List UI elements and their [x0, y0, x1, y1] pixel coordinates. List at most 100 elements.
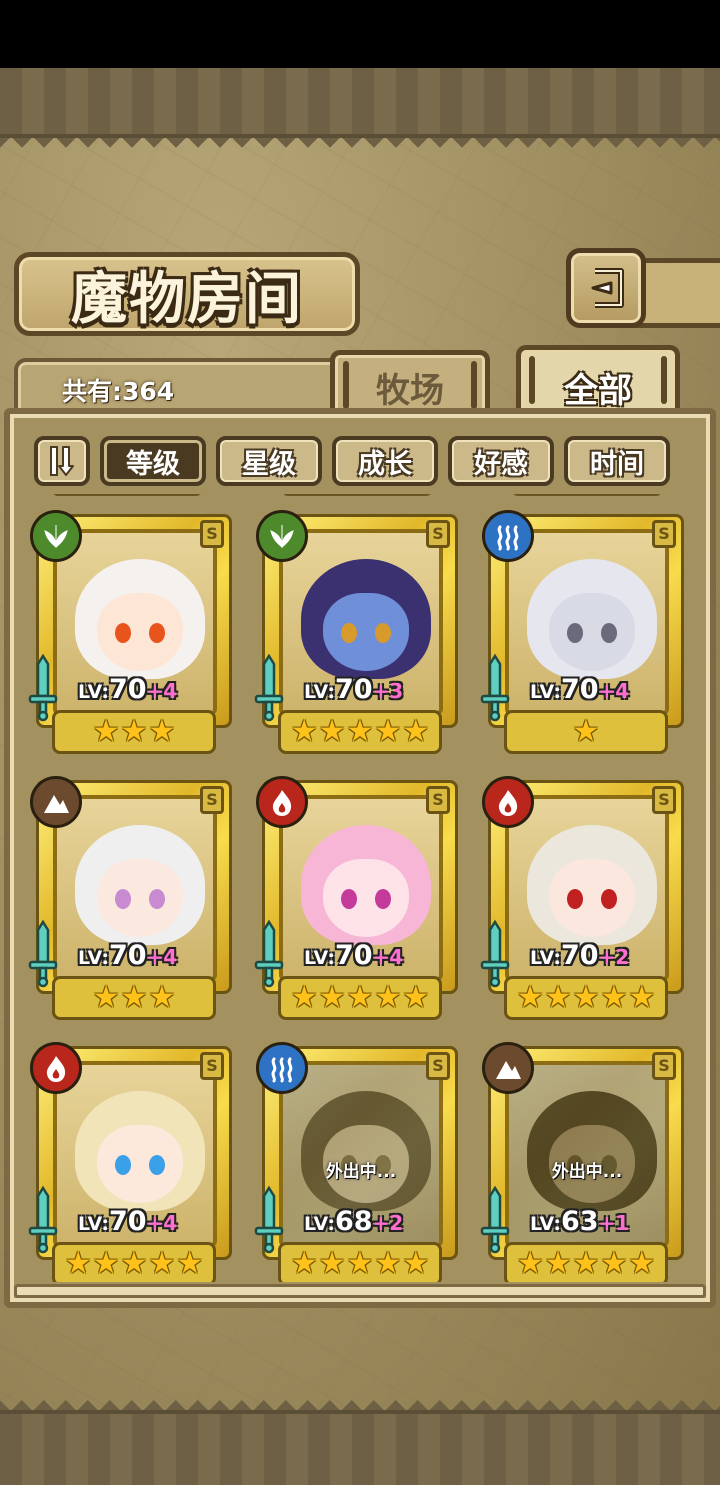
rarity-badge: S [200, 786, 224, 814]
star-icon: ★ [402, 714, 430, 749]
monster-card[interactable]: S LV:70+4 ★ ★ ★ [28, 510, 238, 754]
sort-order-toggle[interactable] [34, 436, 90, 486]
star-icon: ★ [402, 1246, 430, 1281]
monster-card[interactable]: 外出中... S LV:63+1 ★ ★ ★ ★ ★ [480, 1042, 690, 1282]
level-bonus: +2 [372, 1211, 404, 1235]
monster-card[interactable]: S LV:70+4 ★ ★ ★ [28, 776, 238, 1020]
level-label: LV: [304, 947, 335, 969]
portrait-eye [341, 889, 357, 909]
level-readout: LV:70+4 [78, 940, 177, 971]
tab-rail [661, 356, 667, 404]
level-label: LV: [530, 681, 561, 703]
level-readout: LV:70+3 [304, 674, 403, 705]
sort-bar: 等级 星级 成长 好感 时间 [34, 436, 670, 486]
portrait-eye [601, 889, 617, 909]
star-rating: ★ ★ ★ [52, 710, 216, 754]
portrait-face [323, 593, 409, 671]
level-bonus: +4 [146, 945, 178, 969]
portrait-face [549, 593, 635, 671]
sort-star-button[interactable]: 星级 [216, 436, 322, 486]
rarity-badge: S [426, 520, 450, 548]
level-bonus: +4 [598, 679, 630, 703]
star-icon: ★ [600, 980, 628, 1015]
star-icon: ★ [120, 980, 148, 1015]
star-icon: ★ [176, 1246, 204, 1281]
portrait-eye [149, 889, 165, 909]
fire-element-icon [482, 776, 534, 828]
monster-card[interactable]: S LV:70+4 ★ ★ ★ ★ ★ [28, 1042, 238, 1282]
star-icon: ★ [516, 980, 544, 1015]
star-rating: ★ ★ ★ ★ ★ [52, 1242, 216, 1282]
level-bonus: +4 [146, 1211, 178, 1235]
monster-card[interactable]: S LV:70+3 ★ ★ ★ ★ ★ [254, 510, 464, 754]
rarity-badge: S [652, 786, 676, 814]
level-bonus: +4 [146, 679, 178, 703]
star-icon: ★ [346, 1246, 374, 1281]
star-icon: ★ [402, 980, 430, 1015]
fire-element-icon [256, 776, 308, 828]
star-icon: ★ [318, 1246, 346, 1281]
level-readout: LV:70+4 [78, 674, 177, 705]
level-value: 70 [334, 674, 373, 705]
star-icon: ★ [290, 1246, 318, 1281]
monster-card[interactable]: 外出中... S LV:68+2 ★ ★ ★ ★ ★ [254, 1042, 464, 1282]
sword-weapon-icon [254, 653, 284, 722]
star-icon: ★ [572, 1246, 600, 1281]
monster-card[interactable]: S LV:70+2 ★ ★ ★ ★ ★ [480, 776, 690, 1020]
level-readout: LV:70+2 [530, 940, 629, 971]
rarity-badge: S [652, 1052, 676, 1080]
level-label: LV: [78, 947, 109, 969]
star-icon: ★ [544, 1246, 572, 1281]
portrait-face [97, 593, 183, 671]
portrait-eye [567, 889, 583, 909]
level-readout: LV:63+1 [530, 1206, 629, 1237]
star-icon: ★ [572, 980, 600, 1015]
level-label: LV: [304, 1213, 335, 1235]
tab-rail [343, 361, 349, 409]
level-value: 68 [334, 1206, 373, 1237]
star-rating: ★ ★ ★ [52, 976, 216, 1020]
star-rating: ★ ★ ★ ★ ★ [504, 976, 668, 1020]
sword-weapon-icon [480, 653, 510, 722]
star-icon: ★ [318, 980, 346, 1015]
star-icon: ★ [572, 714, 600, 749]
title-plate: 魔物房间 [14, 252, 360, 336]
top-zigzag-edge [0, 138, 720, 156]
water-element-icon [256, 1042, 308, 1094]
level-value: 70 [560, 940, 599, 971]
rarity-badge: S [200, 520, 224, 548]
portrait-eye [115, 623, 131, 643]
sort-level-button[interactable]: 等级 [100, 436, 206, 486]
tab-rail [471, 361, 477, 409]
star-icon: ★ [290, 980, 318, 1015]
level-readout: LV:68+2 [304, 1206, 403, 1237]
star-icon: ★ [374, 714, 402, 749]
sword-weapon-icon [28, 919, 58, 988]
portrait-eye [601, 623, 617, 643]
sword-weapon-icon [254, 1185, 284, 1254]
sort-time-button[interactable]: 时间 [564, 436, 670, 486]
owned-count: 共有:364 [62, 377, 175, 406]
monster-card[interactable]: S LV:70+4 ★ ★ ★ ★ ★ [254, 776, 464, 1020]
star-icon: ★ [346, 980, 374, 1015]
level-value: 70 [334, 940, 373, 971]
sort-growth-button[interactable]: 成长 [332, 436, 438, 486]
level-label: LV: [304, 681, 335, 703]
star-icon: ★ [120, 1246, 148, 1281]
sort-affection-button[interactable]: 好感 [448, 436, 554, 486]
portrait-eye [149, 1155, 165, 1175]
level-label: LV: [78, 1213, 109, 1235]
star-icon: ★ [148, 980, 176, 1015]
back-button[interactable] [566, 248, 646, 328]
level-value: 70 [108, 1206, 147, 1237]
level-bonus: +3 [372, 679, 404, 703]
star-icon: ★ [628, 1246, 656, 1281]
monster-card[interactable]: S LV:70+4 ★ [480, 510, 690, 754]
rarity-badge: S [200, 1052, 224, 1080]
return-arrow-icon [591, 268, 624, 308]
star-icon: ★ [628, 980, 656, 1015]
previous-card-edge [52, 494, 202, 496]
level-label: LV: [530, 1213, 561, 1235]
leaf-element-icon [256, 510, 308, 562]
star-icon: ★ [374, 1246, 402, 1281]
